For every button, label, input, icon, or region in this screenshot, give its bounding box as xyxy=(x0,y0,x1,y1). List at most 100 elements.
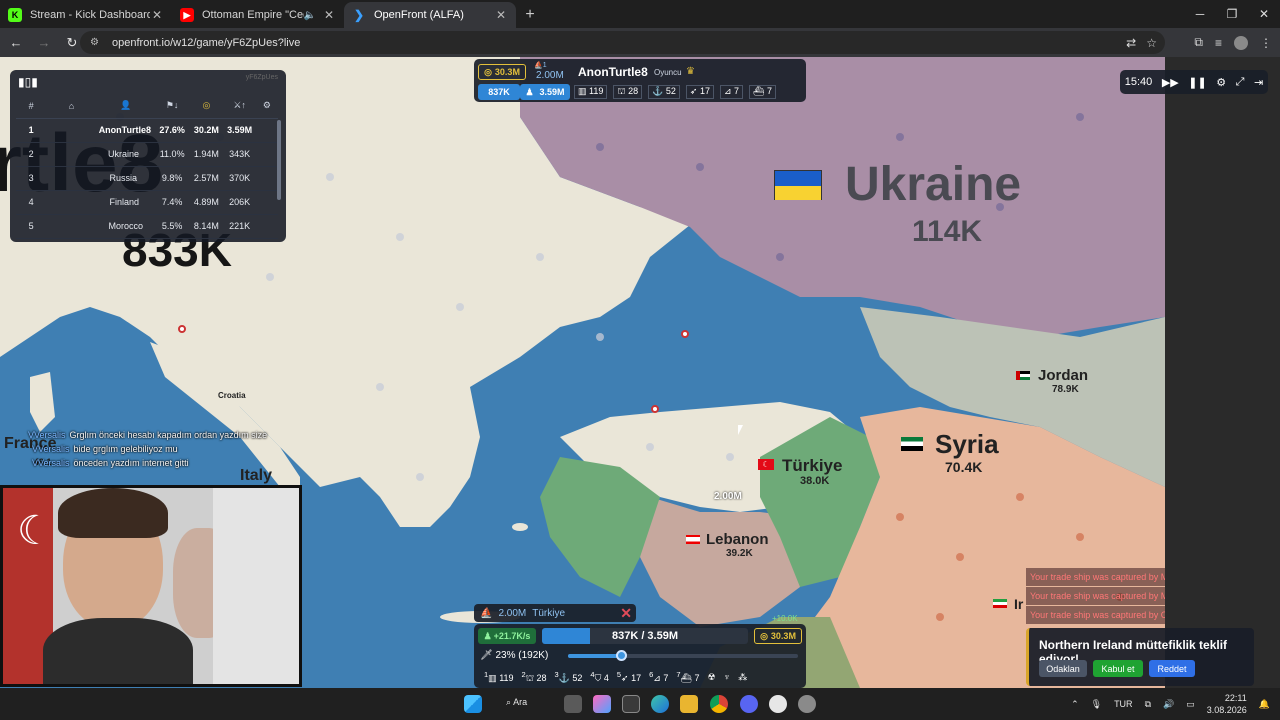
build-warship-button[interactable]: 7⛴ 7 xyxy=(676,670,699,684)
close-window-icon[interactable]: ✕ xyxy=(1248,0,1280,28)
leaderboard-scrollbar[interactable] xyxy=(277,120,281,200)
attack-ratio-knob[interactable] xyxy=(615,650,627,661)
col-land-icon[interactable]: ⚑↓ xyxy=(155,94,190,119)
table-row[interactable]: 5 Morocco 5.5% 8.14M 221K xyxy=(16,214,278,239)
discord-icon[interactable] xyxy=(740,695,758,713)
table-row[interactable]: 4 Finland 7.4% 4.89M 206K xyxy=(16,190,278,215)
file-explorer-icon[interactable] xyxy=(680,695,698,713)
troops-progress-bar: 837K / 3.59M xyxy=(542,628,748,644)
focus-button[interactable]: Odaklan xyxy=(1039,660,1087,677)
exit-icon[interactable]: ⇥ xyxy=(1254,76,1263,89)
leaderboard-chart-icon[interactable]: ▮▯▮ xyxy=(18,75,38,89)
forward-icon[interactable]: → xyxy=(32,31,56,55)
soldier-icon: ♟ xyxy=(525,86,534,97)
settings-gear-icon[interactable]: ⚙ xyxy=(255,94,278,119)
gold-chip: ◎ 30.3M xyxy=(754,628,802,644)
copilot-icon[interactable] xyxy=(593,695,611,713)
minimize-icon[interactable]: ─ xyxy=(1184,0,1216,28)
mirv-icon[interactable]: ♆ xyxy=(724,672,731,682)
keyboard-language[interactable]: TUR xyxy=(1114,699,1133,709)
nuke-icon[interactable]: ☢ xyxy=(707,672,715,683)
fast-forward-icon[interactable]: ▶▶ xyxy=(1162,76,1179,89)
network-icon[interactable]: ⧉ xyxy=(1145,699,1151,710)
microphone-icon[interactable]: 🎙 xyxy=(1091,699,1102,710)
menu-icon[interactable]: ⋮ xyxy=(1260,36,1272,50)
lebanon-troops: 39.2K xyxy=(726,548,753,559)
taskbar-search[interactable]: ⌕ Ara xyxy=(506,697,527,708)
accept-alliance-button[interactable]: Kabul et xyxy=(1093,660,1143,677)
openfront-icon: ❯ xyxy=(353,8,365,22)
site-info-icon[interactable]: ⚙ xyxy=(90,37,104,48)
syria-troops: 70.4K xyxy=(945,459,983,475)
build-menu-row: 1▥ 119 2⛫ 28 3⚓ 52 4⛉ 4 5➶ 17 6⊿ 7 7⛴ 7 … xyxy=(484,670,798,684)
col-troops-icon[interactable]: ⚔↑ xyxy=(223,94,256,119)
alliance-request-panel: Northern Ireland müttefiklik teklif ediy… xyxy=(1026,628,1254,686)
attack-ratio-slider[interactable] xyxy=(568,650,798,661)
notification-bell-icon[interactable]: 🔔 xyxy=(1259,699,1270,710)
player-role: Oyuncu xyxy=(654,68,682,77)
settings-gear-icon[interactable]: ⚙ xyxy=(1216,76,1226,89)
build-defense-button[interactable]: 4⛉ 4 xyxy=(590,670,608,684)
tab-openfront[interactable]: ❯ OpenFront (ALFA) ✕ xyxy=(344,2,516,28)
col-clan-icon[interactable]: ⌂ xyxy=(46,94,97,119)
build-city-button[interactable]: 1▥ 119 xyxy=(484,670,514,684)
address-bar[interactable]: ⚙ openfront.io/w12/game/yF6ZpUes?live ⇄ … xyxy=(80,31,1165,54)
restore-icon[interactable]: ❐ xyxy=(1216,0,1248,28)
chrome-icon[interactable] xyxy=(710,695,728,713)
profile-avatar[interactable] xyxy=(1234,35,1248,50)
reject-alliance-button[interactable]: Reddet xyxy=(1149,660,1195,677)
build-port-button[interactable]: 3⚓ 52 xyxy=(555,670,583,684)
close-icon[interactable]: ✕ xyxy=(494,8,508,22)
col-player-icon[interactable]: 👤 xyxy=(96,94,156,119)
build-sam-button[interactable]: 6⊿ 7 xyxy=(649,670,668,684)
browser-tab-strip: K Stream - Kick Dashboard ✕ ▶ Ottoman Em… xyxy=(0,0,1280,28)
translate-icon[interactable]: ⇄ xyxy=(1126,36,1136,50)
edge-icon[interactable] xyxy=(651,695,669,713)
cancel-attack-close-icon[interactable]: ✕ xyxy=(620,605,632,622)
hydrogen-bomb-icon[interactable]: ⁂ xyxy=(738,672,747,683)
jordan-troops: 78.9K xyxy=(1052,384,1079,395)
build-missile-button[interactable]: 5➶ 17 xyxy=(617,670,641,684)
new-tab-button[interactable]: + xyxy=(516,2,544,28)
tab-kick-dashboard[interactable]: K Stream - Kick Dashboard ✕ xyxy=(0,2,172,28)
ukraine-label: Ukraine xyxy=(845,158,1022,211)
lebanon-flag-icon xyxy=(686,535,700,544)
battery-icon[interactable]: ▭ xyxy=(1186,699,1195,710)
tab-youtube[interactable]: ▶ Ottoman Empire "Ceddin D 🔈 ✕ xyxy=(172,2,344,28)
chevron-up-icon[interactable]: ⌃ xyxy=(1071,699,1079,710)
back-icon[interactable]: ← xyxy=(4,31,28,55)
extensions-icon[interactable]: ⧉ xyxy=(1194,35,1203,50)
boat-troops-value: 2.00M xyxy=(536,70,564,81)
gold-coin-icon: ◎ xyxy=(484,66,492,77)
search-icon: ⌕ xyxy=(506,697,512,707)
col-rank[interactable]: # xyxy=(16,94,47,119)
youtube-icon: ▶ xyxy=(180,8,194,22)
build-factory-button[interactable]: 2⛫ 28 xyxy=(522,670,547,685)
taskbar-clock[interactable]: 22:11 3.08.2026 xyxy=(1207,692,1247,716)
sword-icon: 🗡 xyxy=(480,650,493,661)
close-icon[interactable]: ✕ xyxy=(150,8,164,22)
troops-progress-text: 837K / 3.59M xyxy=(611,630,679,642)
window-controls: ─ ❐ ✕ xyxy=(1184,0,1280,28)
table-row[interactable]: 2 Ukraine 11.0% 1.94M 343K xyxy=(16,142,278,167)
sam-icon: ⊿ 7 xyxy=(719,85,744,99)
task-view-icon[interactable] xyxy=(564,695,582,713)
windows-start-icon[interactable] xyxy=(464,695,482,713)
media-icon[interactable]: ≡ xyxy=(1215,36,1222,50)
table-row[interactable]: 3 Russia 9.8% 2.57M 370K xyxy=(16,166,278,191)
notice-item: Your trade ship was captured by Morocco xyxy=(1026,568,1165,586)
store-icon[interactable] xyxy=(622,695,640,713)
app-icon[interactable] xyxy=(798,695,816,713)
table-row[interactable]: 1 AnonTurtle8 27.6% 30.2M 3.59M xyxy=(16,118,278,143)
obs-icon[interactable] xyxy=(769,695,787,713)
speaker-icon[interactable]: 🔈 xyxy=(304,10,316,21)
fullscreen-icon[interactable]: ⤢ xyxy=(1236,76,1245,89)
volume-icon[interactable]: 🔊 xyxy=(1163,699,1174,710)
close-icon[interactable]: ✕ xyxy=(322,8,336,22)
pause-icon[interactable]: ❚❚ xyxy=(1188,76,1206,89)
boat-troops-label: 2.00M xyxy=(714,491,742,502)
browser-toolbar: ← → ↻ ⚙ openfront.io/w12/game/yF6ZpUes?l… xyxy=(0,28,1280,57)
col-gold-icon[interactable]: ◎ xyxy=(189,94,224,119)
control-hud: ♟ +21.7K/s 837K / 3.59M +10.0K ◎ 30.3M 🗡 2… xyxy=(474,614,806,688)
bookmark-star-icon[interactable]: ☆ xyxy=(1146,36,1157,50)
